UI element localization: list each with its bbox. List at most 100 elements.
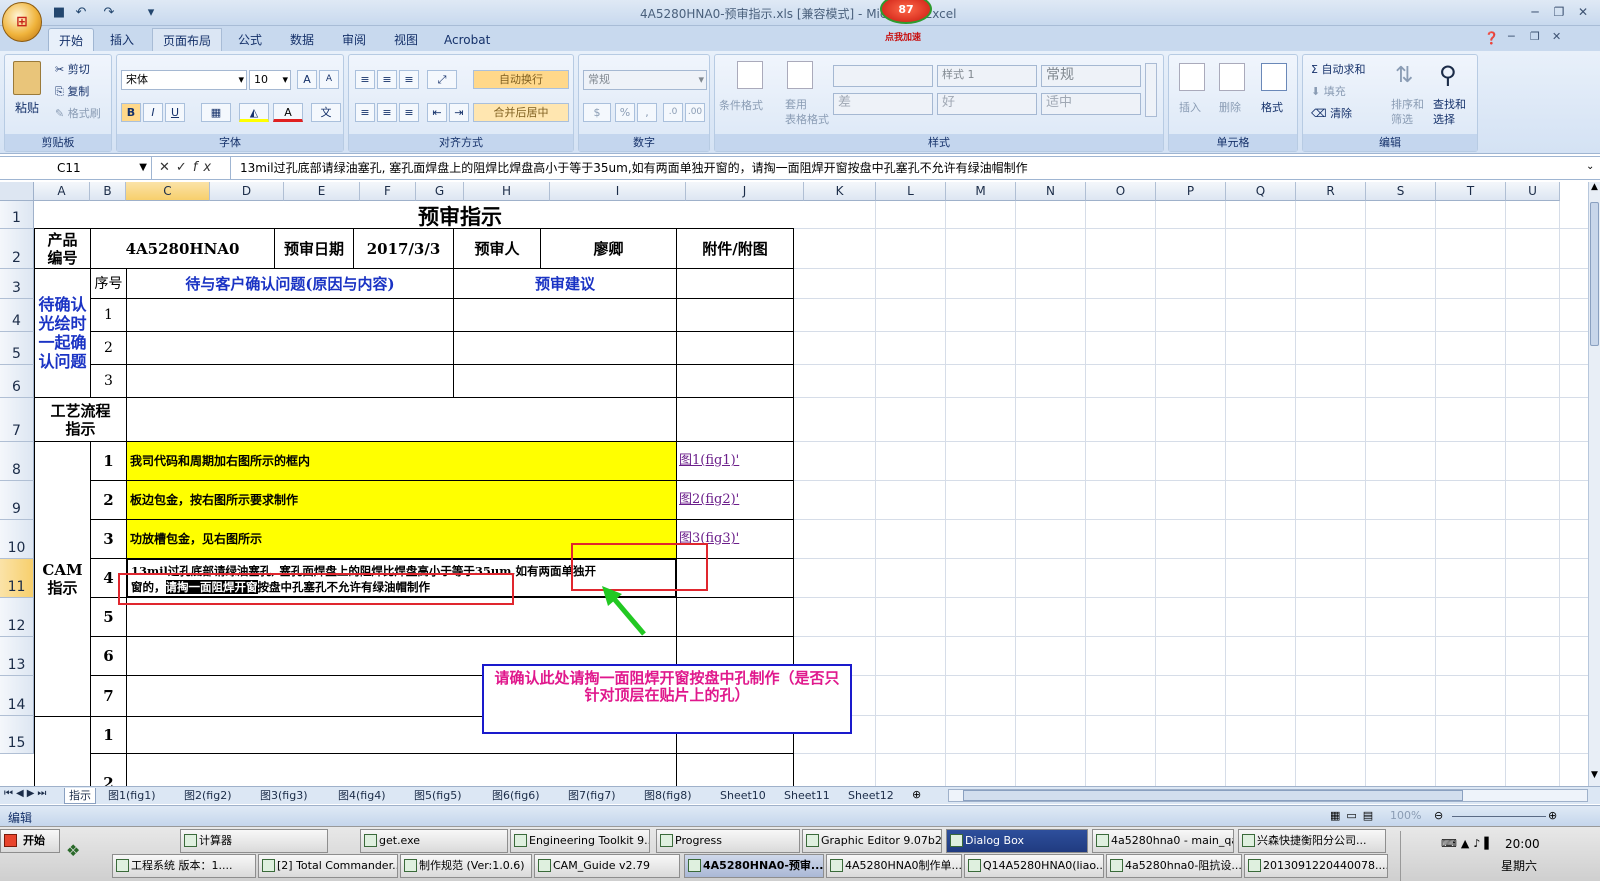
underline-button[interactable]: U (165, 103, 185, 122)
attachment-cell[interactable] (676, 331, 794, 365)
sheet-tab[interactable]: 图2(fig2) (180, 788, 236, 804)
formula-input[interactable]: 13mil过孔底部请绿油塞孔, 塞孔面焊盘上的阻焊比焊盘高小于等于35um,如有… (240, 157, 1028, 180)
issue-cell[interactable] (126, 364, 454, 398)
decrease-indent-icon[interactable]: ⇤ (427, 103, 447, 122)
sheet-tab-active[interactable]: 指示 (64, 788, 96, 804)
row-header-13[interactable]: 13 (0, 637, 34, 676)
style-neutral[interactable]: 适中 (1041, 93, 1141, 115)
column-header-b[interactable]: B (90, 182, 126, 201)
product-label-cell[interactable]: 产品 编号 (34, 228, 91, 269)
increase-indent-icon[interactable]: ⇥ (449, 103, 469, 122)
table-format-icon[interactable] (787, 61, 813, 89)
font-color-icon[interactable]: A (273, 103, 303, 122)
column-header-p[interactable]: P (1156, 182, 1226, 201)
column-header-h[interactable]: H (464, 182, 550, 201)
tray-icons[interactable]: ⌨▲♪▌ (1441, 837, 1497, 850)
taskbar-item[interactable]: 工程系统 版本：1.... (112, 854, 256, 878)
seq-header-cell[interactable]: 序号 (90, 268, 127, 299)
font-size-select[interactable]: 10 ▾ (249, 70, 291, 90)
doc-close-button[interactable]: ✕ (1552, 30, 1561, 43)
attachment-cell[interactable] (676, 298, 794, 332)
column-header-s[interactable]: S (1366, 182, 1436, 201)
tab-view[interactable]: 视图 (384, 28, 428, 52)
border-icon[interactable]: ▦ (201, 103, 231, 122)
column-header-a[interactable]: A (34, 182, 90, 201)
scroll-up-icon[interactable]: ▲ (1589, 182, 1600, 196)
format-cells-icon[interactable] (1261, 63, 1287, 91)
cut-button[interactable]: ✂ 剪切 (55, 61, 90, 77)
tab-home[interactable]: 开始 (48, 28, 95, 52)
worksheet[interactable]: ABCDEFGHIJKLMNOPQRSTU 1 2 3 4 5 6 7 8 9 10 11 12 13 1… (0, 182, 1588, 786)
percent-icon[interactable]: % (615, 103, 635, 122)
sheet-tab[interactable]: Sheet11 (780, 788, 834, 804)
sheet-tab[interactable]: 图5(fig5) (410, 788, 466, 804)
horizontal-scroll-thumb[interactable] (963, 790, 1463, 801)
style-bad[interactable]: 差 (833, 93, 933, 115)
column-header-n[interactable]: N (1016, 182, 1086, 201)
bold-button[interactable]: B (121, 103, 141, 122)
attachment-cell[interactable] (676, 597, 794, 637)
row-header-15[interactable]: 15 (0, 716, 34, 754)
cam-seq-cell[interactable]: 1 (90, 441, 127, 481)
fig2-link[interactable]: 图2(fig2)' (679, 491, 739, 509)
decrease-decimal-icon[interactable]: .00 (685, 103, 705, 122)
speed-badge[interactable]: 87 (880, 0, 932, 24)
row-header-11[interactable]: 11 (0, 559, 34, 598)
column-header-q[interactable]: Q (1226, 182, 1296, 201)
date-value-cell[interactable]: 2017/3/3 (353, 228, 454, 269)
column-header-u[interactable]: U (1506, 182, 1560, 201)
row-header-9[interactable]: 9 (0, 481, 34, 520)
paste-icon[interactable] (13, 61, 41, 95)
expand-formula-icon[interactable]: ⌄ (1586, 161, 1594, 172)
sheet-tab[interactable]: 图3(fig3) (256, 788, 312, 804)
issue-header-cell[interactable]: 待与客户确认问题(原因与内容) (126, 268, 454, 299)
product-value-cell[interactable]: 4A5280HNA0 (90, 228, 275, 269)
enter-icon[interactable]: ✓ (176, 160, 193, 175)
start-button[interactable]: 开始 (0, 829, 60, 853)
row-header-14[interactable]: 14 (0, 676, 34, 716)
find-select-button[interactable]: 查找和 选择 (1433, 97, 1466, 127)
sort-filter-button[interactable]: 排序和 筛选 (1391, 97, 1424, 127)
comma-icon[interactable]: , (637, 103, 657, 122)
taskbar-item[interactable]: Q14A5280HNA0(liao... (964, 854, 1104, 878)
taskbar-item[interactable]: CAM_Guide v2.79 (534, 854, 680, 878)
style-1[interactable]: 样式 1 (937, 65, 1037, 87)
taskbar-item[interactable]: 4a5280hna0 - main_qa (1092, 829, 1234, 853)
date-label-cell[interactable]: 预审日期 (274, 228, 354, 269)
taskbar-item[interactable]: [2] Total Commander... (258, 854, 398, 878)
taskbar-item[interactable]: 4a5280hna0-阻抗设... (1106, 854, 1242, 878)
insert-cells-icon[interactable] (1179, 63, 1205, 91)
doc-minimize-button[interactable]: ─ (1508, 30, 1515, 43)
horizontal-scrollbar[interactable] (948, 789, 1588, 802)
office-button[interactable]: ⊞ (2, 2, 42, 42)
wrap-text-button[interactable]: 自动换行 (473, 70, 569, 89)
save-icon[interactable]: ■ (50, 4, 68, 21)
format-painter-button[interactable]: ✎ 格式刷 (55, 105, 101, 121)
column-header-e[interactable]: E (284, 182, 360, 201)
insert-sheet-icon[interactable]: ⊕ (912, 788, 921, 801)
row-header-8[interactable]: 8 (0, 442, 34, 481)
cancel-icon[interactable]: ✕ (159, 160, 176, 175)
paste-button[interactable]: 粘贴 (15, 99, 39, 116)
zoom-slider[interactable] (1452, 816, 1546, 817)
column-header-t[interactable]: T (1436, 182, 1506, 201)
column-header-k[interactable]: K (804, 182, 876, 201)
row-header-6[interactable]: 6 (0, 365, 34, 398)
fig1-link[interactable]: 图1(fig1)' (679, 452, 739, 470)
merge-center-button[interactable]: 合并后居中 (473, 103, 569, 122)
vertical-scroll-thumb[interactable] (1590, 202, 1599, 346)
row-header-1[interactable]: 1 (0, 201, 34, 229)
undo-icon[interactable]: ↶ (72, 4, 90, 21)
taskbar-item[interactable]: 计算器 (180, 829, 328, 853)
attachment-cell[interactable] (676, 397, 794, 442)
align-right-icon[interactable]: ≡ (399, 103, 419, 122)
sheet-tab[interactable]: 图6(fig6) (488, 788, 544, 804)
styles-scroll[interactable] (1145, 63, 1157, 117)
cam-label-cell[interactable]: CAM 指示 (34, 441, 91, 717)
row-header-7[interactable]: 7 (0, 398, 34, 442)
phonetic-icon[interactable]: 文 (311, 103, 341, 122)
currency-icon[interactable]: $ (583, 103, 611, 122)
cam-seq-cell[interactable]: 6 (90, 636, 127, 676)
taskbar-item[interactable]: Progress (656, 829, 800, 853)
delete-cells-icon[interactable] (1219, 63, 1245, 91)
